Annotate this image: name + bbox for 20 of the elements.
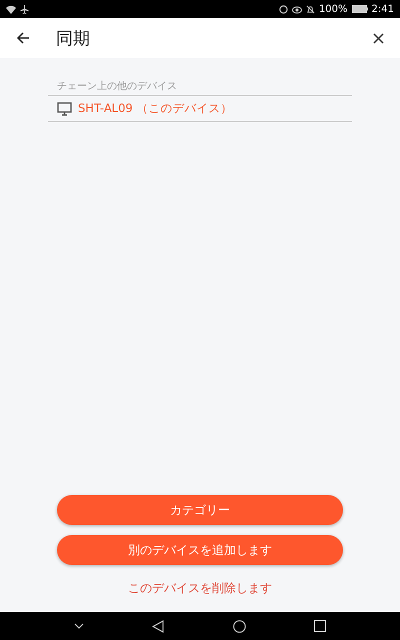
battery-icon bbox=[352, 5, 368, 13]
close-icon bbox=[373, 32, 384, 44]
clock-time: 2:41 bbox=[372, 4, 394, 14]
page-title: 同期 bbox=[56, 28, 91, 50]
section-label: チェーン上の他のデバイス bbox=[48, 79, 352, 96]
bell-off-icon bbox=[306, 4, 315, 14]
eye-icon bbox=[292, 4, 302, 14]
wifi-icon bbox=[6, 4, 16, 14]
action-button[interactable]: 別のデバイスを追加します bbox=[57, 535, 343, 565]
airplane-icon bbox=[20, 4, 29, 14]
back-icon[interactable] bbox=[152, 620, 164, 632]
delete-link[interactable]: このデバイスを削除します bbox=[122, 579, 278, 598]
recents-icon[interactable] bbox=[314, 620, 326, 632]
monitor-icon bbox=[57, 102, 72, 116]
device-name[interactable]: SHT-AL09 （このデバイス） bbox=[78, 101, 232, 116]
chevron-down-icon[interactable] bbox=[74, 623, 84, 629]
back-arrow-icon bbox=[16, 31, 30, 45]
battery-percent: 100% bbox=[318, 4, 348, 14]
action-button[interactable]: カテゴリー bbox=[57, 495, 343, 525]
home-icon[interactable] bbox=[232, 620, 246, 632]
